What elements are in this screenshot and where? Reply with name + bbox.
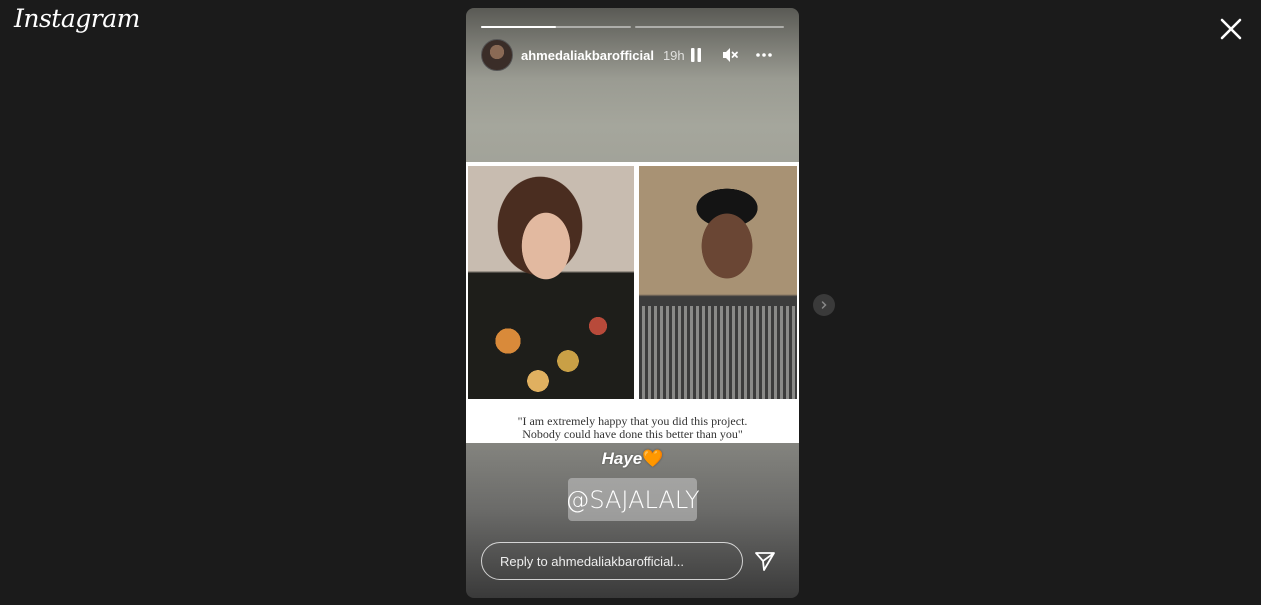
reply-input[interactable] xyxy=(481,542,743,580)
mention-sticker[interactable]: @SAJALALY xyxy=(565,478,700,521)
photo-left xyxy=(468,166,634,399)
progress-segment xyxy=(481,26,631,28)
avatar[interactable] xyxy=(481,39,513,71)
story-quote: "I am extremely happy that you did this … xyxy=(466,415,799,441)
pause-button[interactable] xyxy=(686,45,706,65)
photo-right xyxy=(639,166,797,399)
progress-segment xyxy=(634,26,784,28)
story-username[interactable]: ahmedaliakbarofficial xyxy=(521,48,654,63)
more-button[interactable] xyxy=(754,45,774,65)
caption-text: Haye xyxy=(601,449,643,468)
quote-line-2: Nobody could have done this better than … xyxy=(522,427,743,441)
mute-icon xyxy=(723,48,738,62)
pause-icon xyxy=(691,48,701,62)
heart-emoji: 🧡 xyxy=(642,449,664,468)
story-time: 19h xyxy=(662,47,685,63)
mute-button[interactable] xyxy=(720,45,740,65)
story-header: ahmedaliakbarofficial 19h xyxy=(481,39,784,71)
send-icon xyxy=(755,552,775,571)
close-button[interactable] xyxy=(1216,14,1246,44)
close-icon xyxy=(1220,18,1242,40)
story-image-panel: "I am extremely happy that you did this … xyxy=(466,162,799,443)
more-icon xyxy=(756,53,772,57)
story-caption: Haye🧡 xyxy=(466,449,799,469)
chevron-right-icon xyxy=(821,301,827,309)
story-progress xyxy=(481,26,784,28)
next-story-button[interactable] xyxy=(813,294,835,316)
send-button[interactable] xyxy=(753,549,777,573)
story-viewer[interactable]: ahmedaliakbarofficial 19h "I am extremel… xyxy=(466,8,799,598)
instagram-logo[interactable]: Instagram xyxy=(14,4,140,33)
